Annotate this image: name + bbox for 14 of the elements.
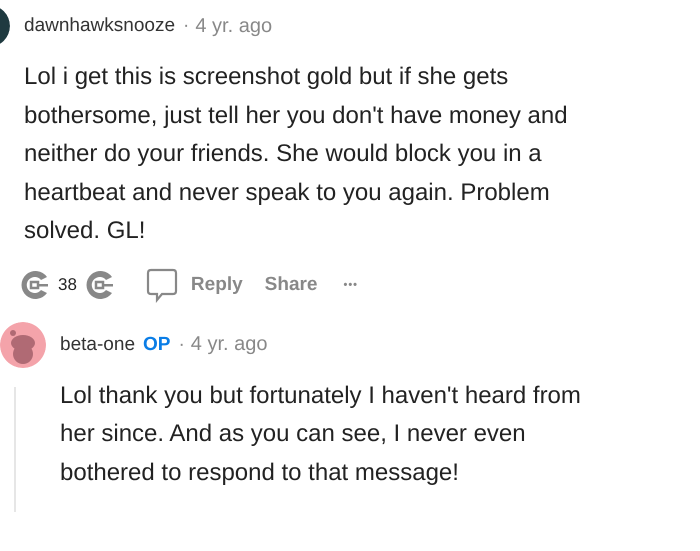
vote-count: 38 [58, 274, 77, 294]
op-label: OP [143, 334, 170, 356]
more-button[interactable]: ••• [343, 278, 358, 290]
comment-text: Lol thank you but fortunately I haven't heard from her since. And as you can see, I never even bothered to respond to that message! [60, 380, 582, 488]
separator-dot: · [178, 334, 185, 356]
timestamp[interactable]: 4 yr. ago [195, 14, 272, 38]
reply-button[interactable]: Reply [144, 266, 243, 302]
username[interactable]: dawnhawksnooze [24, 15, 176, 37]
separator-dot: · [183, 15, 190, 37]
timestamp[interactable]: 4 yr. ago [190, 333, 268, 356]
share-button[interactable]: Share [264, 274, 318, 296]
speech-bubble-icon [144, 266, 179, 302]
username[interactable]: beta-one [60, 334, 136, 356]
comment-text: Lol i get this is screenshot gold but if she gets bothersome, just tell her you don't have money and neither do your friends. She would block you in a heartbeat and never speak to you again. Problem solved. GL! [24, 62, 569, 246]
